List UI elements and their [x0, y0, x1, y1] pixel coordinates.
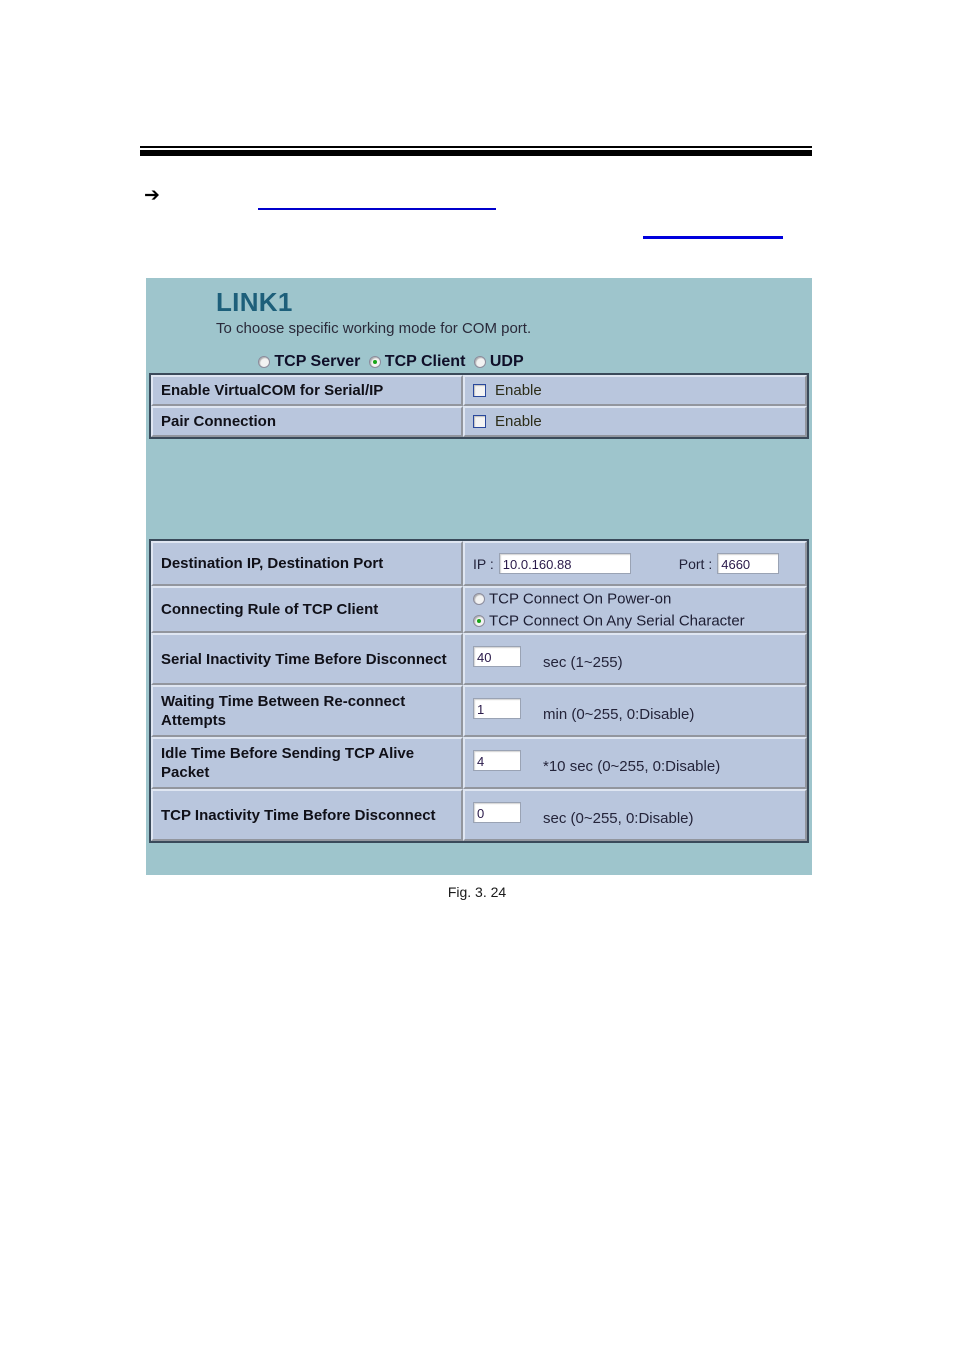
- panel-header: LINK1 To choose specific working mode fo…: [146, 278, 812, 339]
- blank-underline-primary: [258, 190, 496, 210]
- radio-label-connect-on-power-on: TCP Connect On Power-on: [489, 590, 672, 608]
- table-row: TCP Inactivity Time Before Disconnect 0 s…: [151, 789, 807, 842]
- panel-spacer: [146, 439, 812, 539]
- panel-bottom-spacer: [146, 843, 812, 847]
- page-title: LINK1: [216, 287, 293, 317]
- label-destination-ip-port: Destination IP, Destination Port: [151, 541, 463, 586]
- blank-underline-secondary: [643, 218, 783, 239]
- label-tcp-alive-idle: Idle Time Before Sending TCP Alive Packe…: [151, 737, 463, 790]
- value-pair-connection: Enable: [463, 406, 807, 437]
- table-row: Serial Inactivity Time Before Disconnect…: [151, 633, 807, 686]
- page-subtitle: To choose specific working mode for COM …: [216, 320, 532, 337]
- checkbox-label-enable-virtualcom: Enable: [495, 381, 542, 399]
- reconnect-wait-unit: min (0~255, 0:Disable): [543, 705, 695, 723]
- radio-icon-connect-on-serial-char[interactable]: [473, 614, 485, 627]
- destination-ip-input[interactable]: 10.0.160.88: [498, 553, 631, 574]
- tcp-inactivity-input[interactable]: 0: [473, 801, 521, 823]
- radio-icon-tcp-server[interactable]: [258, 356, 271, 368]
- checkbox-label-pair-connection: Enable: [495, 412, 542, 430]
- radio-option-udp[interactable]: UDP: [473, 351, 524, 373]
- label-serial-inactivity: Serial Inactivity Time Before Disconnect: [151, 633, 463, 686]
- radio-label-tcp-server: TCP Server: [274, 353, 361, 370]
- radio-option-tcp-server[interactable]: TCP Server: [258, 351, 360, 373]
- destination-port-input[interactable]: 4660: [717, 553, 780, 574]
- working-mode-radio-group: TCP Server TCP Client UDP: [146, 351, 812, 373]
- settings-table-bottom: Destination IP, Destination Port IP : 10…: [149, 539, 809, 844]
- port-field-tag: Port :: [678, 555, 713, 572]
- radio-label-udp: UDP: [489, 353, 524, 370]
- radio-option-connect-on-power-on[interactable]: TCP Connect On Power-on: [473, 588, 797, 610]
- value-reconnect-wait: 1 min (0~255, 0:Disable): [463, 685, 807, 738]
- radio-label-connect-on-serial-char: TCP Connect On Any Serial Character: [489, 612, 745, 630]
- checkbox-enable-virtualcom[interactable]: [473, 384, 486, 398]
- radio-icon-udp[interactable]: [473, 356, 486, 368]
- radio-label-tcp-client: TCP Client: [384, 353, 466, 370]
- settings-table-top: Enable VirtualCOM for Serial/IP Enable P…: [149, 373, 809, 439]
- table-row: Waiting Time Between Re-connect Attempts…: [151, 685, 807, 738]
- radio-option-connect-on-serial-char[interactable]: TCP Connect On Any Serial Character: [473, 610, 797, 632]
- table-row: Enable VirtualCOM for Serial/IP Enable: [151, 375, 807, 406]
- value-serial-inactivity: 40 sec (1~255): [463, 633, 807, 686]
- label-tcp-inactivity: TCP Inactivity Time Before Disconnect: [151, 789, 463, 842]
- value-connecting-rule: TCP Connect On Power-on TCP Connect On A…: [463, 586, 807, 634]
- serial-inactivity-input[interactable]: 40: [473, 645, 521, 667]
- destination-inputs: IP : 10.0.160.88 Port : 4660: [473, 553, 797, 574]
- checkbox-pair-connection[interactable]: [473, 415, 486, 429]
- link1-configuration-panel: LINK1 To choose specific working mode fo…: [146, 278, 812, 875]
- arrow-right-icon: ➔: [144, 184, 160, 206]
- label-connecting-rule: Connecting Rule of TCP Client: [151, 586, 463, 634]
- tcp-alive-idle-unit: *10 sec (0~255, 0:Disable): [543, 757, 721, 775]
- label-reconnect-wait: Waiting Time Between Re-connect Attempts: [151, 685, 463, 738]
- radio-icon-connect-on-power-on[interactable]: [473, 593, 485, 606]
- tcp-alive-idle-input[interactable]: 4: [473, 749, 521, 771]
- value-destination-ip-port: IP : 10.0.160.88 Port : 4660: [463, 541, 807, 586]
- table-row: Pair Connection Enable: [151, 406, 807, 437]
- label-pair-connection: Pair Connection: [151, 406, 463, 437]
- tcp-inactivity-unit: sec (0~255, 0:Disable): [543, 809, 694, 827]
- figure-caption: Fig. 3. 24: [447, 884, 507, 900]
- radio-icon-tcp-client[interactable]: [368, 356, 381, 368]
- reconnect-wait-input[interactable]: 1: [473, 697, 521, 719]
- rule-thick-line: [140, 150, 812, 156]
- ip-field-tag: IP :: [473, 555, 494, 572]
- label-enable-virtualcom: Enable VirtualCOM for Serial/IP: [151, 375, 463, 406]
- value-tcp-alive-idle: 4 *10 sec (0~255, 0:Disable): [463, 737, 807, 790]
- value-enable-virtualcom: Enable: [463, 375, 807, 406]
- table-row: Destination IP, Destination Port IP : 10…: [151, 541, 807, 586]
- serial-inactivity-unit: sec (1~255): [543, 653, 623, 671]
- value-tcp-inactivity: 0 sec (0~255, 0:Disable): [463, 789, 807, 842]
- radio-option-tcp-client[interactable]: TCP Client: [368, 351, 466, 373]
- document-horizontal-rule: [140, 146, 812, 156]
- table-row: Connecting Rule of TCP Client TCP Connec…: [151, 586, 807, 634]
- table-row: Idle Time Before Sending TCP Alive Packe…: [151, 737, 807, 790]
